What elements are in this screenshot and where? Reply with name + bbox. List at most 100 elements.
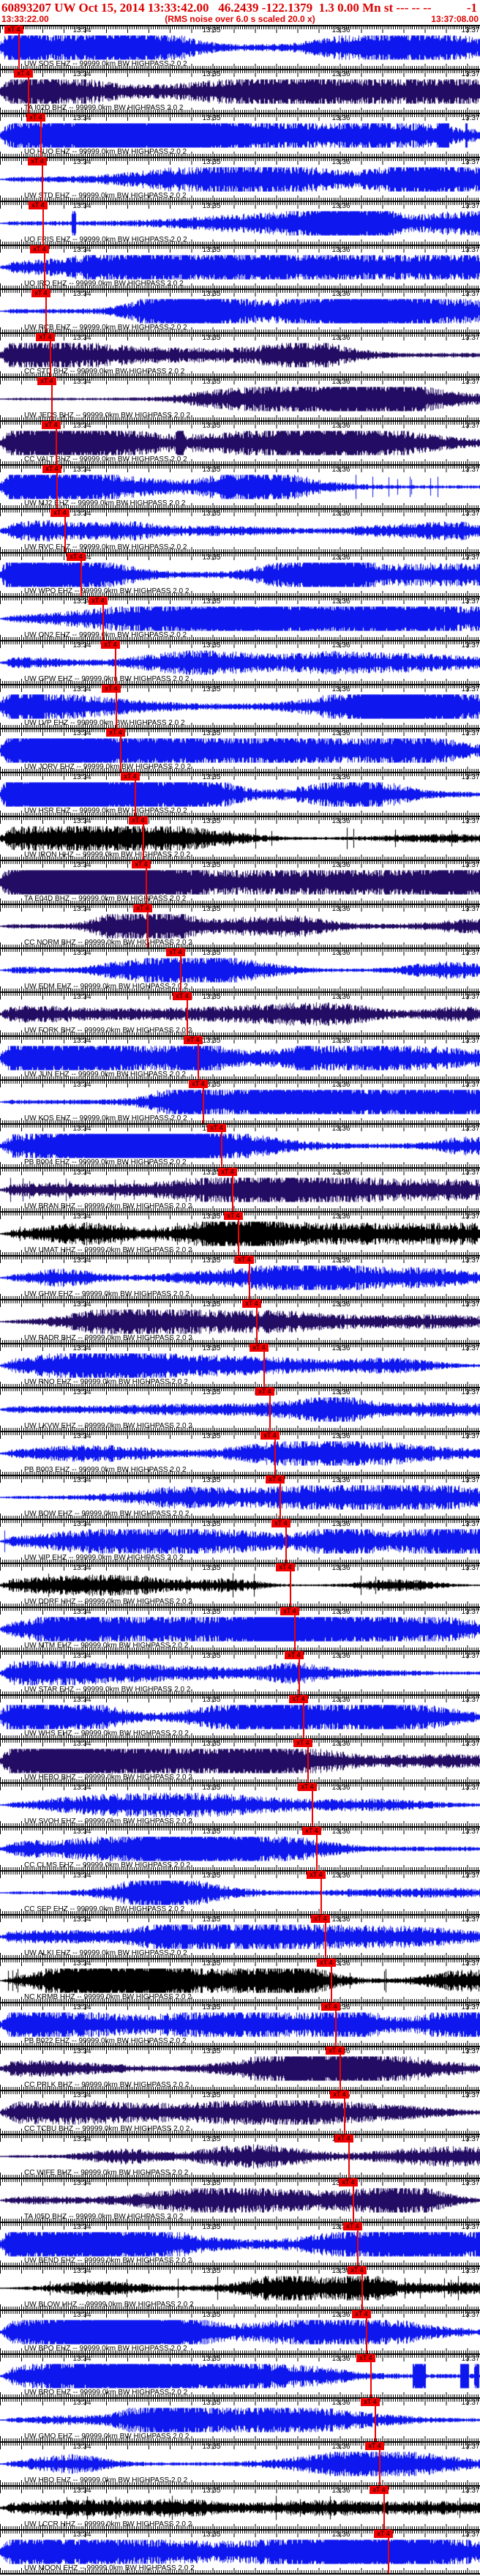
- time-ruler[interactable]: 13:3413:3513:3613:37: [0, 1519, 480, 1529]
- channel-row-huo[interactable]: 13:34 13:35 13:36 13:37 UO HUO EHZ -- 99999…: [0, 113, 480, 157]
- time-ruler[interactable]: 13:3413:3513:3613:37: [0, 1123, 480, 1133]
- waveform-area[interactable]: [0, 167, 480, 192]
- waveform-area[interactable]: [0, 255, 480, 280]
- waveform-canvas[interactable]: [0, 1090, 480, 1114]
- waveform-area[interactable]: [0, 738, 480, 763]
- phase-pick-marker[interactable]: xT 4: [30, 245, 49, 253]
- waveform-area[interactable]: [0, 606, 480, 631]
- phase-pick-marker[interactable]: xT 4: [184, 1036, 203, 1044]
- channel-row-fork[interactable]: 13:34 13:35 13:36 13:37 UW FORK BHZ -- 9999…: [0, 991, 480, 1035]
- channel-row-hebo[interactable]: 13:34 13:35 13:36 13:37 UW HEBO BHZ -- 9999…: [0, 1738, 480, 1782]
- channel-row-ddrf[interactable]: 13:34 13:35 13:36 13:37 UW DDRF HHZ -- 9999…: [0, 1563, 480, 1607]
- waveform-area[interactable]: [0, 211, 480, 236]
- waveform-canvas[interactable]: [0, 2188, 480, 2213]
- time-ruler[interactable]: 13:3413:3513:3613:37: [0, 289, 480, 299]
- waveform-canvas[interactable]: [0, 1749, 480, 1773]
- phase-pick-marker[interactable]: xT 4: [271, 1519, 290, 1527]
- waveform-canvas[interactable]: [0, 518, 480, 543]
- phase-pick-marker[interactable]: xT 4: [37, 377, 56, 385]
- phase-pick-marker[interactable]: xT 4: [101, 641, 120, 649]
- phase-pick-marker[interactable]: xT 4: [28, 157, 47, 165]
- phase-pick-marker[interactable]: xT 4: [356, 2354, 375, 2362]
- waveform-canvas[interactable]: [0, 694, 480, 719]
- waveform-area[interactable]: [0, 2012, 480, 2037]
- channel-row-star[interactable]: 13:34 13:35 13:36 13:37 UW STAR EHZ -- 9999…: [0, 1650, 480, 1694]
- time-ruler[interactable]: 13:3413:3513:3613:37: [0, 1563, 480, 1573]
- channel-row-tcbu[interactable]: 13:3413:3513:3613:37 CC TCBU BHZ -- 9999…: [0, 2090, 480, 2134]
- waveform-canvas[interactable]: [0, 2452, 480, 2476]
- channel-row-iro[interactable]: 13:34 13:35 13:36 13:37 UO IRO EHZ -- 99999…: [0, 245, 480, 289]
- waveform-area[interactable]: [0, 2364, 480, 2389]
- phase-pick-marker[interactable]: xT 4: [189, 1080, 208, 1088]
- time-ruler[interactable]: 13:3413:3513:3613:37: [0, 376, 480, 387]
- phase-pick-marker[interactable]: xT 4: [89, 597, 108, 605]
- waveform-area[interactable]: [0, 826, 480, 851]
- waveform-area[interactable]: [0, 2276, 480, 2301]
- time-ruler[interactable]: 13:3413:3513:3613:37: [0, 1738, 480, 1749]
- channel-row-jorv[interactable]: 13:34 13:35 13:36 13:37 UW JORV EHZ -- 9999…: [0, 728, 480, 772]
- waveform-area[interactable]: [0, 1573, 480, 1598]
- waveform-canvas[interactable]: [0, 562, 480, 587]
- waveform-canvas[interactable]: [0, 474, 480, 499]
- waveform-canvas[interactable]: [0, 958, 480, 983]
- phase-pick-marker[interactable]: xT 4: [31, 289, 50, 297]
- phase-pick-marker[interactable]: xT 4: [4, 26, 23, 34]
- waveform-area[interactable]: [0, 1265, 480, 1290]
- waveform-canvas[interactable]: [0, 2495, 480, 2520]
- waveform-canvas[interactable]: [0, 2276, 480, 2301]
- waveform-canvas[interactable]: [0, 1968, 480, 1993]
- time-ruler[interactable]: 13:3413:3513:3613:37: [0, 2002, 480, 2012]
- time-ruler[interactable]: 13:3413:3513:3613:37: [0, 2178, 480, 2188]
- channel-row-clms[interactable]: 13:34 13:35 13:36 13:37 CC CLMS EHZ -- 9999…: [0, 1826, 480, 1870]
- phase-pick-marker[interactable]: xT 4: [317, 1959, 336, 1967]
- waveform-area[interactable]: [0, 1309, 480, 1334]
- waveform-canvas[interactable]: [0, 2364, 480, 2389]
- channel-row-svoh[interactable]: 13:34 13:35 13:36 13:37 UW SVOH EHZ -- 9999…: [0, 1782, 480, 1826]
- time-ruler[interactable]: 13:3413:3513:3613:37: [0, 69, 480, 79]
- channel-row-lccr[interactable]: 13:34 13:35 13:36 13:37 UW LCCR HHZ -- 9999…: [0, 2485, 480, 2529]
- time-ruler[interactable]: 13:3413:3513:3613:37: [0, 201, 480, 211]
- time-ruler[interactable]: 13:3413:3513:3613:37: [0, 1782, 480, 1793]
- waveform-area[interactable]: [0, 2100, 480, 2125]
- time-ruler[interactable]: 13:3413:3513:3613:37: [0, 2134, 480, 2144]
- time-ruler[interactable]: 13:3413:3513:3613:37: [0, 2529, 480, 2539]
- channel-row-std[interactable]: 13:34 13:35 13:36 13:37 UW STD EHZ -- 99999…: [0, 157, 480, 201]
- waveform-canvas[interactable]: [0, 123, 480, 148]
- time-ruler[interactable]: 13:3413:3513:3613:37: [0, 816, 480, 826]
- phase-pick-marker[interactable]: xT 4: [166, 948, 185, 956]
- time-ruler[interactable]: 13:3413:3513:3613:37: [0, 1914, 480, 1924]
- channel-row-bend[interactable]: 13:34 13:35 13:36 13:37 UW BEND EHZ -- 9999…: [0, 2222, 480, 2266]
- waveform-canvas[interactable]: [0, 2320, 480, 2345]
- waveform-area[interactable]: [0, 1221, 480, 1246]
- time-ruler[interactable]: 13:3413:3513:3613:37: [0, 245, 480, 255]
- waveform-canvas[interactable]: [0, 1265, 480, 1290]
- waveform-canvas[interactable]: [0, 650, 480, 675]
- phase-pick-marker[interactable]: xT 4: [50, 509, 70, 517]
- channel-row-iron[interactable]: 13:34 13:35 13:36 13:37 UW IRON HHZ -- 9999…: [0, 816, 480, 860]
- phase-pick-marker[interactable]: xT 4: [133, 904, 152, 912]
- channel-row-std[interactable]: 13:34 13:35 13:36 13:37 CC STD BHZ -- 99999…: [0, 332, 480, 376]
- channel-row-b003[interactable]: 13:34 13:35 13:36 13:37 PB B003 EHZ -- 9999…: [0, 1431, 480, 1475]
- channel-row-gmo[interactable]: 13:34 13:35 13:36 13:37 UW GMO EHZ -- 99999…: [0, 2397, 480, 2441]
- time-ruler[interactable]: 13:3413:3513:3613:37: [0, 728, 480, 738]
- channel-row-bran[interactable]: 13:34 13:35 13:36 13:37 UW BRAN BHZ -- 9999…: [0, 1167, 480, 1211]
- waveform-area[interactable]: [0, 2232, 480, 2257]
- phase-pick-marker[interactable]: xT 4: [293, 1739, 312, 1747]
- waveform-canvas[interactable]: [0, 167, 480, 192]
- waveform-canvas[interactable]: [0, 914, 480, 939]
- phase-pick-marker[interactable]: xT 4: [330, 2091, 349, 2099]
- waveform-canvas[interactable]: [0, 1485, 480, 1510]
- channel-row-i05d[interactable]: 13:3413:3513:3613:37 TA I05D BHZ -- 9999…: [0, 2178, 480, 2222]
- waveform-area[interactable]: [0, 299, 480, 324]
- time-ruler[interactable]: 13:3413:3513:3613:37: [0, 113, 480, 123]
- channel-row-kos[interactable]: 13:34 13:35 13:36 13:37 UW KOS EHZ -- 99999…: [0, 1079, 480, 1123]
- phase-pick-marker[interactable]: xT 4: [26, 113, 45, 122]
- waveform-area[interactable]: [0, 2056, 480, 2081]
- waveform-area[interactable]: [0, 35, 480, 60]
- waveform-canvas[interactable]: [0, 2539, 480, 2564]
- waveform-area[interactable]: [0, 782, 480, 807]
- waveform-area[interactable]: [0, 650, 480, 675]
- waveform-canvas[interactable]: [0, 2144, 480, 2169]
- channel-row-alki[interactable]: 13:34 13:35 13:36 13:37 UW ALKI EHZ -- 9999…: [0, 1914, 480, 1958]
- waveform-canvas[interactable]: [0, 1397, 480, 1422]
